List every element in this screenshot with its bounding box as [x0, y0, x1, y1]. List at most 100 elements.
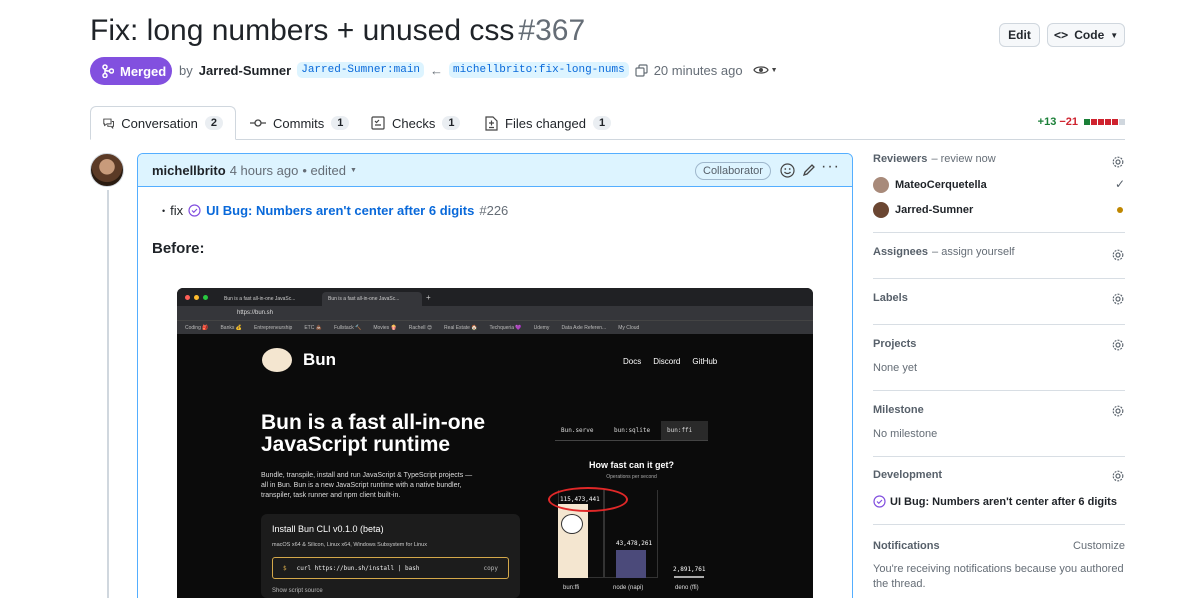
issue-link[interactable]: UI Bug: Numbers aren't center after 6 di…	[206, 203, 474, 218]
pr-number: #367	[518, 14, 586, 47]
caret-down-icon[interactable]: ▼	[350, 167, 357, 174]
gear-icon[interactable]	[1111, 155, 1125, 169]
author-link[interactable]: Jarred-Sumner	[199, 63, 291, 78]
assignees-title[interactable]: Assignees – assign yourself	[873, 246, 1125, 258]
tab-count: 1	[331, 116, 350, 130]
reviewer-name: MateoCerquetella	[895, 179, 987, 191]
customize-link[interactable]: Customize	[1073, 540, 1125, 552]
bookmark: Real Estate 🏠	[444, 324, 478, 331]
bench-label: deno (ffi)	[675, 585, 699, 591]
install-platforms: macOS x64 & Silicon, Linux x64, Windows …	[272, 542, 427, 548]
bench-tab: bun:ffi	[661, 421, 708, 440]
page-title: Fix: long numbers + unused css #367	[90, 14, 585, 48]
sidebar-milestone: Milestone No milestone	[873, 404, 1125, 457]
kebab-menu-icon[interactable]: ···	[821, 158, 840, 176]
sidebar-assignees: Assignees – assign yourself	[873, 246, 1125, 279]
edited-dropdown[interactable]: • edited	[302, 163, 346, 178]
bookmark: My Cloud	[618, 324, 640, 331]
sidebar-reviewers: Reviewers – review now MateoCerquetella …	[873, 153, 1125, 233]
comment-author[interactable]: michellbrito	[152, 163, 226, 178]
notifications-text: the thread.	[873, 578, 926, 590]
bench-tabs: Bun.serve bun:sqlite bun:ffi	[555, 421, 708, 441]
gear-icon[interactable]	[1111, 404, 1125, 418]
arrow-left-icon: ←	[430, 62, 444, 78]
caret-down-icon[interactable]: ▼	[771, 67, 778, 74]
before-heading: Before:	[152, 240, 205, 257]
eye-icon[interactable]	[752, 64, 769, 76]
browser-tabbar: Bun is a fast all-in-one JavaSc... Bun i…	[177, 288, 813, 306]
tab-files-changed[interactable]: Files changed 1	[485, 106, 612, 140]
desc-line: all in Bun. Bun is a new JavaScript runt…	[261, 482, 462, 489]
tab-label: Conversation	[121, 115, 198, 131]
merged-badge: Merged	[90, 57, 172, 85]
bun-brand: Bun	[303, 350, 337, 369]
avatar[interactable]	[90, 153, 124, 187]
base-branch[interactable]: Jarred-Sumner:main	[297, 62, 425, 78]
tab-count: 1	[592, 116, 612, 130]
bookmark: Banks 💰	[220, 324, 242, 331]
code-button[interactable]: <> Code ▼	[1047, 23, 1125, 47]
tab-commits[interactable]: Commits 1	[250, 106, 350, 140]
linked-issue[interactable]: UI Bug: Numbers aren't center after 6 di…	[873, 495, 1117, 508]
sidebar-projects: Projects None yet	[873, 338, 1125, 391]
embedded-screenshot[interactable]: Bun is a fast all-in-one JavaSc... Bun i…	[177, 288, 813, 598]
pr-meta: by Jarred-Sumner Jarred-Sumner:main ← mi…	[179, 62, 778, 78]
edit-label: Edit	[1008, 28, 1031, 42]
smiley-icon[interactable]	[780, 163, 795, 178]
linked-issue-title: UI Bug: Numbers aren't center after 6 di…	[890, 495, 1117, 508]
bun-nav: Docs Discord GitHub	[623, 357, 717, 366]
copy-icon[interactable]	[635, 63, 648, 77]
hero-line: Bun is a fast all-in-one	[261, 411, 486, 434]
sidebar-notifications: Notifications Customize You're receiving…	[873, 540, 1125, 598]
gear-icon[interactable]	[1111, 248, 1125, 262]
labels-title[interactable]: Labels	[873, 292, 1125, 304]
bullet-prefix: fix	[170, 203, 184, 218]
issue-closed-icon	[188, 204, 201, 217]
gear-icon[interactable]	[1111, 469, 1125, 483]
milestone-title[interactable]: Milestone	[873, 404, 1125, 416]
code-icon: <>	[1053, 28, 1069, 42]
development-title[interactable]: Development	[873, 469, 1125, 481]
collaborator-badge: Collaborator	[695, 162, 771, 180]
browser-tab: Bun is a fast all-in-one JavaSc...	[224, 296, 296, 302]
desc-line: Bundle, transpile, install and run JavaS…	[261, 472, 473, 479]
bookmark: Techqueria 💜	[489, 324, 522, 331]
gear-icon[interactable]	[1111, 338, 1125, 352]
pr-tabs: Conversation 2 Commits 1 Checks 1 Files …	[90, 106, 1125, 140]
avatar	[873, 202, 889, 218]
sidebar-labels: Labels	[873, 292, 1125, 325]
plus-icon: +	[426, 292, 431, 302]
nav-discord: Discord	[653, 357, 681, 366]
bullet: •	[162, 205, 166, 216]
install-cmd: curl https://bun.sh/install | bash	[296, 564, 420, 572]
comment-time[interactable]: 4 hours ago	[230, 163, 299, 178]
edit-button[interactable]: Edit	[999, 23, 1040, 47]
bench-bar-node	[616, 550, 646, 578]
head-branch[interactable]: michellbrito:fix-long-nums	[449, 62, 629, 78]
by-label: by	[179, 62, 193, 78]
list-item: • fix UI Bug: Numbers aren't center afte…	[162, 203, 508, 218]
review-now-link[interactable]: – review now	[931, 153, 995, 165]
milestone-value: No milestone	[873, 428, 938, 440]
checklist-icon	[371, 116, 385, 130]
reviewers-title[interactable]: Reviewers – review now	[873, 153, 1125, 165]
show-source: Show script source	[272, 588, 323, 594]
bookmark: Rachell 😍	[408, 324, 433, 331]
pencil-icon[interactable]	[802, 163, 816, 177]
bookmark: Data Axle Referen...	[561, 324, 607, 331]
assign-yourself-link[interactable]: – assign yourself	[932, 246, 1015, 258]
bun-hero: Bun is a fast all-in-one JavaScript runt…	[261, 412, 485, 456]
bench-label: bun:ffi	[563, 585, 580, 591]
gear-icon[interactable]	[1111, 292, 1125, 306]
hero-line: JavaScript runtime	[261, 433, 451, 456]
bookmark: Coding 🎒	[185, 324, 209, 331]
minimize-dot	[194, 294, 199, 300]
reviewer-row[interactable]: Jarred-Sumner	[873, 202, 973, 218]
reviewer-row[interactable]: MateoCerquetella	[873, 177, 987, 193]
bench-value: 2,891,761	[673, 566, 706, 573]
tab-checks[interactable]: Checks 1	[371, 106, 461, 140]
tab-conversation[interactable]: Conversation 2	[90, 106, 236, 140]
install-prompt: $	[283, 564, 287, 572]
projects-title[interactable]: Projects	[873, 338, 1125, 350]
code-label: Code	[1074, 28, 1105, 42]
